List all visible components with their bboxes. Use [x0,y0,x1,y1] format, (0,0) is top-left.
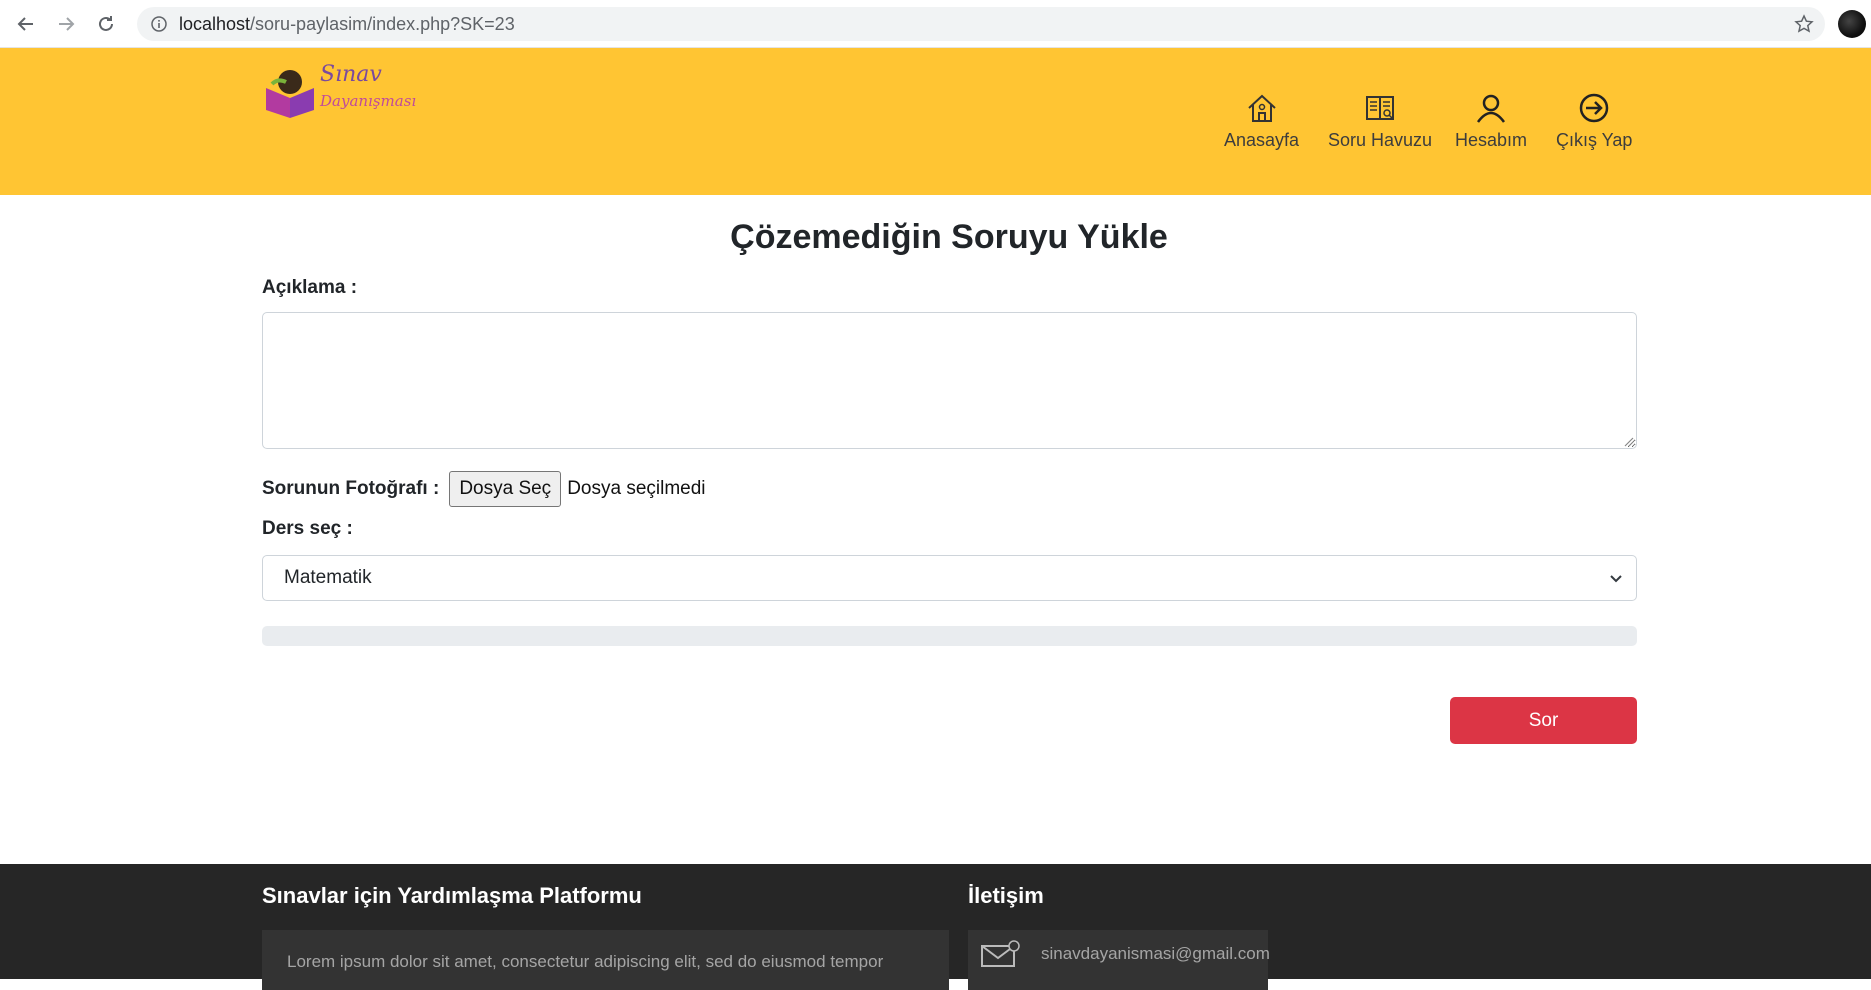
nav-item-hesabim[interactable]: Hesabım [1455,90,1527,151]
nav-label-soru-havuzu: Soru Havuzu [1328,130,1433,150]
url-path: /soru-paylasim/index.php?SK=23 [250,13,515,34]
footer-contact-email[interactable]: sinavdayanismasi@gmail.com [1041,944,1270,964]
submit-button[interactable]: Sor [1450,697,1637,744]
footer-about-box: Lorem ipsum dolor sit amet, consectetur … [262,930,949,990]
logo-text-line1: Sınav [320,62,382,87]
photo-label: Sorunun Fotoğrafı : [262,478,440,499]
url-host: localhost [179,13,251,34]
description-label: Açıklama : [262,277,358,298]
subject-select[interactable]: Matematik [262,555,1637,601]
back-icon[interactable] [8,8,44,40]
nav-item-soru-havuzu[interactable]: Soru Havuzu [1328,90,1432,151]
home-icon [1244,90,1280,126]
photo-upload-row: Sorunun Fotoğrafı : Dosya Seç Dosya seçi… [262,470,706,508]
browser-toolbar: localhost/soru-paylasim/index.php?SK=23 [0,0,1871,48]
site-footer: Sınavlar için Yardımlaşma Platformu İlet… [0,864,1871,990]
description-textarea[interactable] [262,312,1637,449]
forward-icon[interactable] [48,8,84,40]
footer-contact-title: İletişim [968,883,1044,908]
logo-text-line2: Dayanışması [320,92,417,110]
nav-label-anasayfa: Anasayfa [1224,130,1300,150]
footer-contact-box: sinavdayanismasi@gmail.com [968,930,1270,990]
footer-about-title: Sınavlar için Yardımlaşma Platformu [262,883,642,908]
bookmark-star-icon[interactable] [1793,13,1815,35]
subject-label: Ders seç : [262,518,353,539]
address-bar[interactable]: localhost/soru-paylasim/index.php?SK=23 [137,7,1825,41]
profile-avatar[interactable] [1838,10,1866,38]
url-text: localhost/soru-paylasim/index.php?SK=23 [179,14,515,35]
site-header: Sınav Dayanışması Anasayfa Soru Havuzu H… [0,48,1871,195]
mail-icon [981,940,1020,967]
user-icon [1473,90,1509,126]
book-reader-icon [266,70,314,118]
choose-file-button[interactable]: Dosya Seç [449,471,562,507]
resize-grip-icon[interactable] [1622,435,1634,447]
nav-item-anasayfa[interactable]: Anasayfa [1224,90,1299,151]
info-icon[interactable] [149,14,169,34]
logout-icon [1576,90,1612,126]
book-icon [1362,90,1398,126]
file-status-text: Dosya seçilmedi [567,478,706,499]
subject-selected-value: Matematik [284,567,372,588]
nav-label-hesabim: Hesabım [1455,130,1528,150]
site-logo[interactable]: Sınav Dayanışması [262,62,432,122]
upload-progress-bar [262,626,1637,646]
page-title: Çözemediğin Soruyu Yükle [730,218,1168,256]
reload-icon[interactable] [88,8,124,40]
footer-about-text: Lorem ipsum dolor sit amet, consectetur … [287,952,884,971]
chevron-down-icon [1610,575,1622,583]
nav-label-cikis-yap: Çıkış Yap [1556,130,1633,150]
nav-item-cikis-yap[interactable]: Çıkış Yap [1556,90,1632,151]
